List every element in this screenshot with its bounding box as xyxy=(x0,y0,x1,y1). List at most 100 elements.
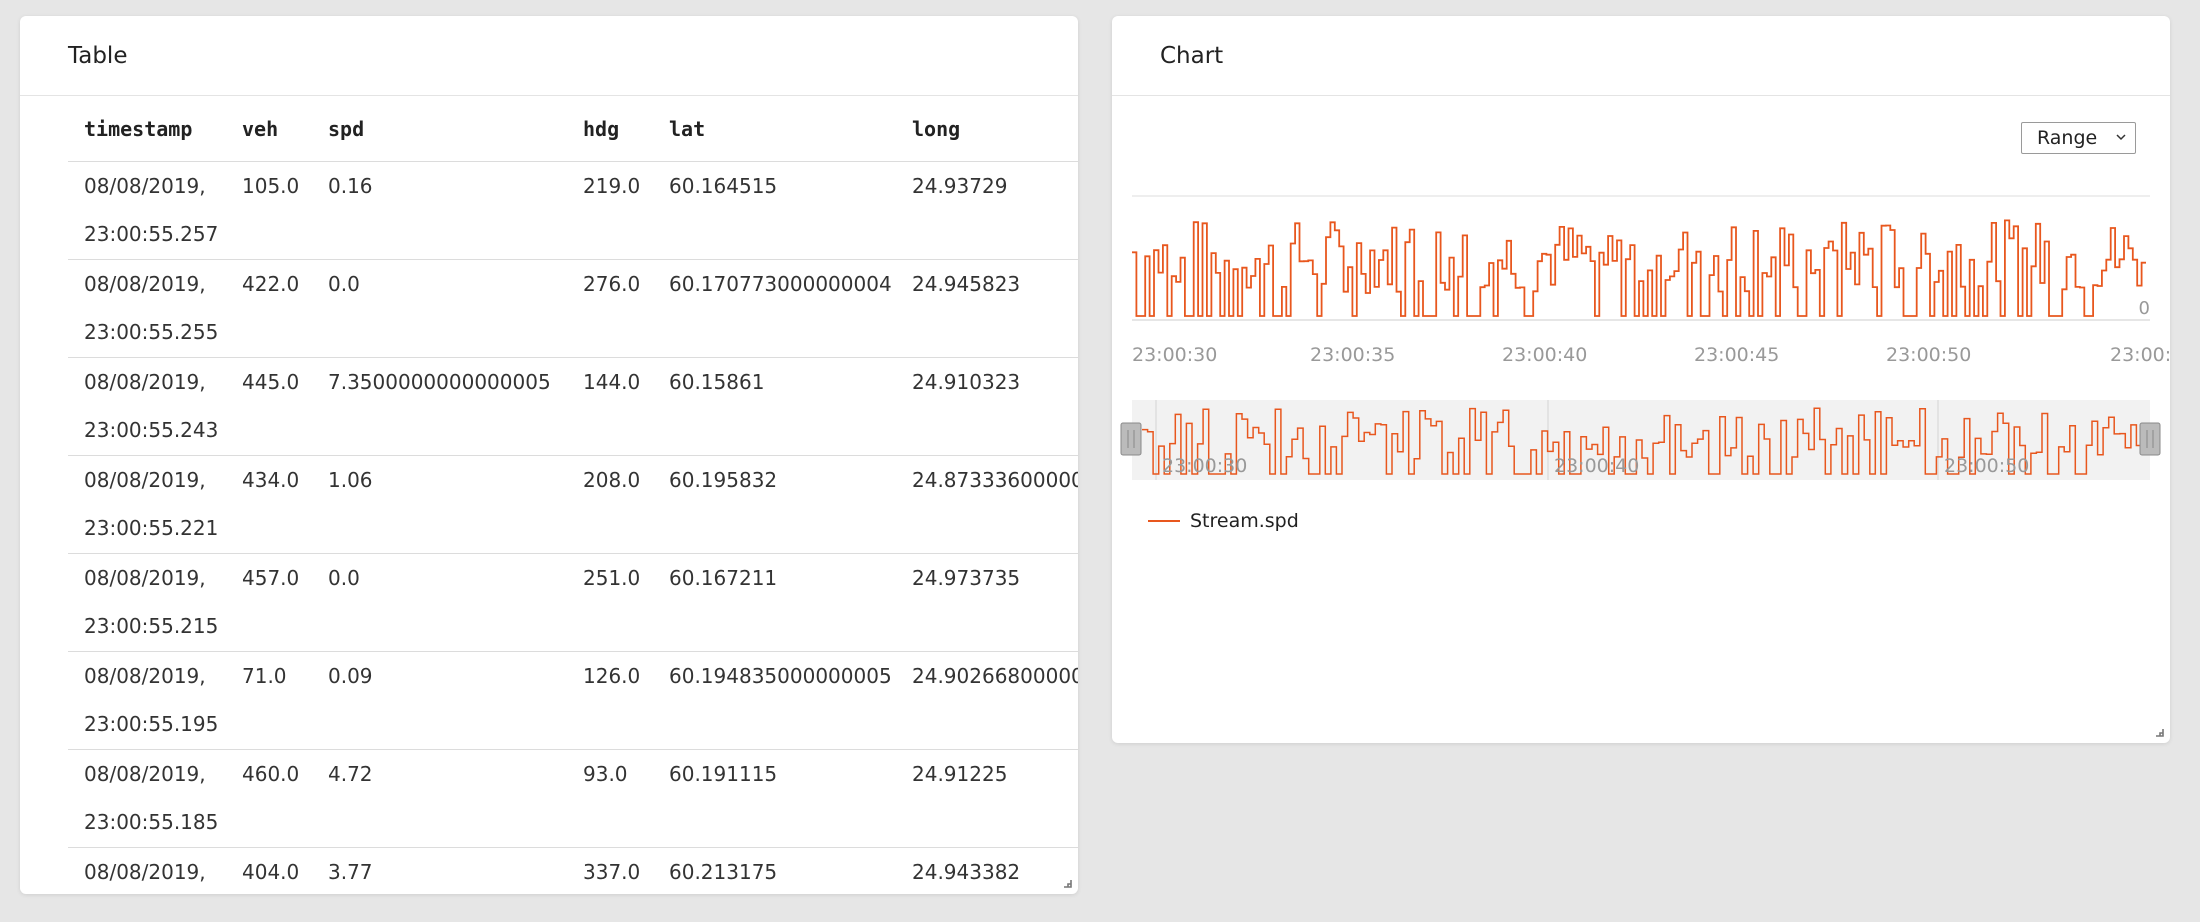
cell-lat: 60.195832 xyxy=(653,455,896,554)
cell-long: 24.973735 xyxy=(896,553,1078,652)
cell-timestamp-time: 23:00:55.215 xyxy=(84,614,219,638)
series-line-stream-spd xyxy=(1132,219,2146,317)
cell-veh: 422.0 xyxy=(226,259,312,358)
cell-lat: 60.194835000000005 xyxy=(653,651,896,750)
cell-timestamp-time: 23:00:55.243 xyxy=(84,418,219,442)
table-row[interactable]: 08/08/2019, 23:00:55.215 457.0 0.0 251.0 60.1… xyxy=(68,553,1078,652)
table-row[interactable]: 08/08/2019, 404.0 3.77 337.0 60.213175 24.943… xyxy=(68,847,1078,894)
cell-veh: 460.0 xyxy=(226,749,312,848)
cell-timestamp: 08/08/2019, 23:00:55.257 xyxy=(68,161,226,260)
cell-timestamp: 08/08/2019, xyxy=(68,847,226,894)
x-tick-label: 23:00:50 xyxy=(1886,344,1971,366)
cell-timestamp-date: 08/08/2019, xyxy=(84,762,206,786)
x-axis-ticks: 23:00:30 23:00:35 23:00:40 23:00:45 23:00:50… xyxy=(1132,344,2170,366)
cell-veh: 404.0 xyxy=(226,847,312,894)
table-panel-title: Table xyxy=(20,16,1078,96)
navigator-tick-label: 23:00:40 xyxy=(1554,455,1639,477)
table-row[interactable]: 08/08/2019, 23:00:55.257 105.0 0.16 219.0 60.… xyxy=(68,161,1078,260)
cell-lat: 60.15861 xyxy=(653,357,896,456)
cell-spd: 0.16 xyxy=(312,161,567,260)
column-header-hdg[interactable]: hdg xyxy=(567,96,653,162)
table-body: 08/08/2019, 23:00:55.257 105.0 0.16 219.0 60.… xyxy=(68,161,1078,894)
cell-long: 24.943382 xyxy=(896,847,1078,894)
cell-veh: 71.0 xyxy=(226,651,312,750)
navigator-tick-label: 23:00:50 xyxy=(1944,455,2029,477)
x-tick-label: 23:00:30 xyxy=(1132,344,1217,366)
cell-timestamp-time: 23:00:55.195 xyxy=(84,712,219,736)
chart-legend[interactable]: Stream.spd xyxy=(1148,510,1299,532)
cell-spd: 7.3500000000000005 xyxy=(312,357,567,456)
cell-spd: 4.72 xyxy=(312,749,567,848)
resize-handle-icon[interactable] xyxy=(1062,878,1072,888)
cell-spd: 1.06 xyxy=(312,455,567,554)
column-header-long[interactable]: long xyxy=(896,96,1078,162)
cell-veh: 434.0 xyxy=(226,455,312,554)
cell-timestamp: 08/08/2019, 23:00:55.215 xyxy=(68,553,226,652)
cell-timestamp-date: 08/08/2019, xyxy=(84,272,206,296)
cell-timestamp: 08/08/2019, 23:00:55.185 xyxy=(68,749,226,848)
cell-spd: 0.09 xyxy=(312,651,567,750)
cell-timestamp: 08/08/2019, 23:00:55.255 xyxy=(68,259,226,358)
cell-timestamp-date: 08/08/2019, xyxy=(84,664,206,688)
table-panel: Table timestamp veh spd hdg lat long 08/… xyxy=(20,16,1078,894)
cell-spd: 0.0 xyxy=(312,259,567,358)
column-header-lat[interactable]: lat xyxy=(653,96,896,162)
cell-timestamp-date: 08/08/2019, xyxy=(84,174,206,198)
cell-long: 24.945823 xyxy=(896,259,1078,358)
data-table: timestamp veh spd hdg lat long 08/08/201… xyxy=(68,96,1078,894)
cell-timestamp-time: 23:00:55.221 xyxy=(84,516,219,540)
table-row[interactable]: 08/08/2019, 23:00:55.185 460.0 4.72 93.0 60.1… xyxy=(68,749,1078,848)
cell-long: 24.93729 xyxy=(896,161,1078,260)
chart-panel: Chart Range 0 23:00:30 23:00:35 23:00:40 23… xyxy=(1112,16,2170,743)
cell-hdg: 219.0 xyxy=(567,161,653,260)
column-header-spd[interactable]: spd xyxy=(312,96,567,162)
cell-timestamp-date: 08/08/2019, xyxy=(84,860,206,884)
x-tick-label: 23:00:55 xyxy=(2110,344,2170,366)
cell-hdg: 126.0 xyxy=(567,651,653,750)
chart-area: 0 23:00:30 23:00:35 23:00:40 23:00:45 23:00:… xyxy=(1120,195,2170,480)
cell-long: 24.910323 xyxy=(896,357,1078,456)
table-row[interactable]: 08/08/2019, 23:00:55.243 445.0 7.3500000000… xyxy=(68,357,1078,456)
cell-lat: 60.167211 xyxy=(653,553,896,652)
table-header-row: timestamp veh spd hdg lat long xyxy=(68,96,1078,162)
cell-hdg: 251.0 xyxy=(567,553,653,652)
cell-veh: 457.0 xyxy=(226,553,312,652)
cell-hdg: 337.0 xyxy=(567,847,653,894)
cell-veh: 105.0 xyxy=(226,161,312,260)
cell-timestamp-date: 08/08/2019, xyxy=(84,370,206,394)
cell-long: 24.91225 xyxy=(896,749,1078,848)
cell-timestamp-time: 23:00:55.185 xyxy=(84,810,219,834)
x-tick-label: 23:00:35 xyxy=(1310,344,1395,366)
column-header-veh[interactable]: veh xyxy=(226,96,312,162)
cell-timestamp-time: 23:00:55.257 xyxy=(84,222,219,246)
cell-hdg: 208.0 xyxy=(567,455,653,554)
table-row[interactable]: 08/08/2019, 23:00:55.255 422.0 0.0 276.0 60.1… xyxy=(68,259,1078,358)
table-row[interactable]: 08/08/2019, 23:00:55.195 71.0 0.09 126.0 60.1… xyxy=(68,651,1078,750)
cell-long: 24.902668000000 xyxy=(896,651,1078,750)
cell-timestamp: 08/08/2019, 23:00:55.221 xyxy=(68,455,226,554)
cell-timestamp-date: 08/08/2019, xyxy=(84,566,206,590)
cell-veh: 445.0 xyxy=(226,357,312,456)
cell-timestamp-date: 08/08/2019, xyxy=(84,468,206,492)
legend-swatch xyxy=(1148,520,1180,522)
x-tick-label: 23:00:45 xyxy=(1694,344,1779,366)
cell-lat: 60.164515 xyxy=(653,161,896,260)
navigator-handle-left[interactable] xyxy=(1120,422,1142,456)
cell-spd: 3.77 xyxy=(312,847,567,894)
resize-handle-icon[interactable] xyxy=(2154,727,2164,737)
y-tick-label-0: 0 xyxy=(2139,298,2150,319)
cell-hdg: 276.0 xyxy=(567,259,653,358)
cell-timestamp: 08/08/2019, 23:00:55.195 xyxy=(68,651,226,750)
legend-item-stream-spd: Stream.spd xyxy=(1190,510,1299,532)
cell-lat: 60.170773000000004 xyxy=(653,259,896,358)
cell-lat: 60.213175 xyxy=(653,847,896,894)
cell-long: 24.873336000000 xyxy=(896,455,1078,554)
cell-timestamp-time: 23:00:55.255 xyxy=(84,320,219,344)
cell-hdg: 144.0 xyxy=(567,357,653,456)
navigator-handle-right[interactable] xyxy=(2139,422,2161,456)
cell-spd: 0.0 xyxy=(312,553,567,652)
table-scroll-area[interactable]: timestamp veh spd hdg lat long 08/08/201… xyxy=(68,96,1078,894)
navigator-tick-label: 23:00:30 xyxy=(1162,455,1247,477)
column-header-timestamp[interactable]: timestamp xyxy=(68,96,226,162)
table-row[interactable]: 08/08/2019, 23:00:55.221 434.0 1.06 208.0 60.… xyxy=(68,455,1078,554)
